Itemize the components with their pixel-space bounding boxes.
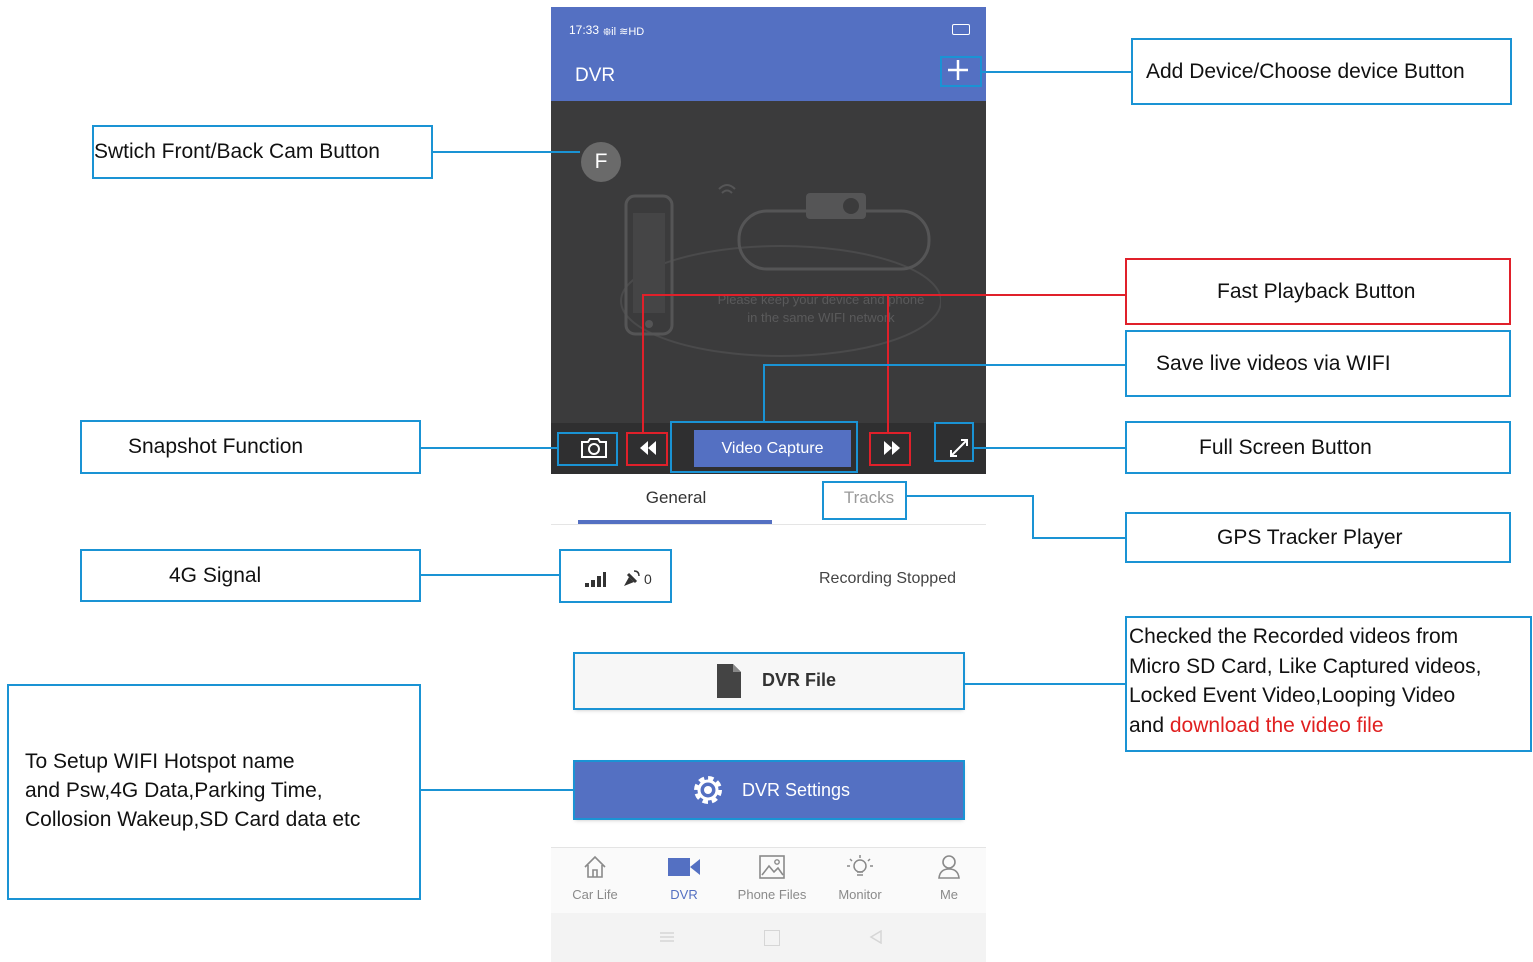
annotation-snapshot: Snapshot Function [80,420,421,474]
annotation-line: Checked the Recorded videos from [1129,625,1459,648]
annotation-switch-cam: Swtich Front/Back Cam Button [92,125,433,179]
annotation-full-screen: Full Screen Button [1125,421,1511,474]
annotation-line: and download the video file [1129,711,1530,741]
annotation-4g-signal: 4G Signal [80,549,421,602]
annotation-recorded-videos: Checked the Recorded videos from Micro S… [1125,616,1532,752]
annotation-save-live: Save live videos via WIFI [1125,330,1511,397]
annotation-line: Micro SD Card, Like Captured videos, [1129,654,1482,678]
annotation-text: GPS Tracker Player [1217,525,1403,549]
annotation-text: Save live videos via WIFI [1156,351,1391,375]
annotation-fast-playback: Fast Playback Button [1125,258,1511,325]
download-highlight-text: download the video file [1169,713,1384,737]
annotation-line: and Psw,4G Data,Parking Time, [25,779,323,802]
annotation-text: 4G Signal [169,563,262,587]
annotation-line-prefix: and [1129,713,1170,737]
annotation-add-device: Add Device/Choose device Button [1131,38,1512,105]
annotation-line: Locked Event Video,Looping Video [1129,684,1456,707]
annotation-line: Collosion Wakeup,SD Card data etc [25,808,361,831]
annotation-line: To Setup WIFI Hotspot name [25,750,295,773]
annotation-setup: To Setup WIFI Hotspot name and Psw,4G Da… [7,684,421,900]
annotation-text: Add Device/Choose device Button [1146,59,1465,83]
annotation-text: Fast Playback Button [1217,279,1416,303]
annotation-text: Snapshot Function [128,435,304,458]
annotation-text: Swtich Front/Back Cam Button [94,140,380,163]
annotation-gps-tracker: GPS Tracker Player [1125,512,1511,563]
annotation-text: Full Screen Button [1199,435,1372,459]
